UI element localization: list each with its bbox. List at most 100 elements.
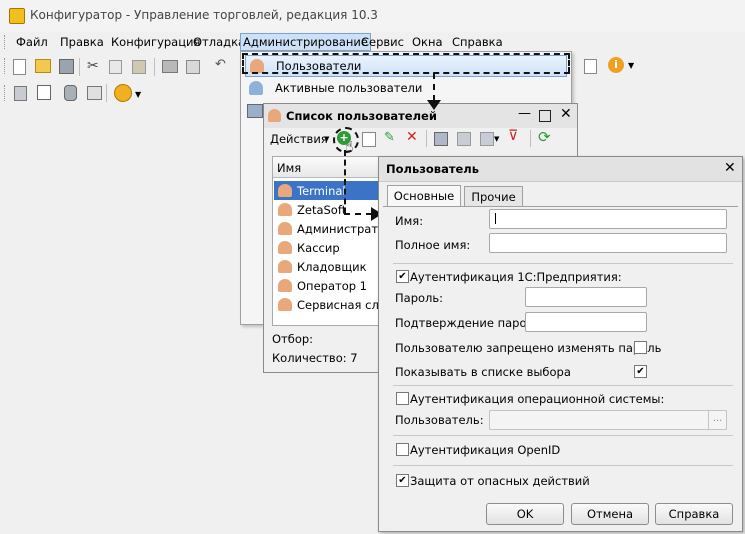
chevron-down-icon[interactable]: ▼: [324, 135, 329, 143]
new-file-icon[interactable]: [13, 59, 26, 75]
close-icon[interactable]: ✕: [724, 160, 736, 176]
print-preview-icon[interactable]: [186, 60, 200, 74]
undo-icon[interactable]: ↶: [215, 57, 231, 73]
table-row[interactable]: Сервисная слу...: [274, 295, 397, 314]
info-icon[interactable]: i: [608, 57, 624, 73]
count-label: Количество: 7: [272, 351, 358, 365]
filter-list-icon[interactable]: [457, 132, 471, 146]
column-header-name[interactable]: Имя: [273, 157, 393, 178]
menu-administration[interactable]: Администрирование: [240, 33, 371, 51]
toolbar-grip: [4, 85, 8, 101]
table-row[interactable]: Terminal: [274, 181, 392, 200]
full-name-label: Полное имя:: [395, 238, 471, 252]
os-user-select-button[interactable]: ...: [708, 411, 726, 429]
chevron-down-icon[interactable]: ▼: [135, 90, 151, 106]
callout-frame: [242, 72, 570, 74]
minimize-icon[interactable]: —: [518, 106, 531, 121]
window-icon[interactable]: [87, 86, 102, 100]
edit-icon[interactable]: ✎: [384, 130, 395, 145]
arrow-down-icon: [427, 100, 441, 110]
callout-arrow: [344, 213, 372, 215]
forbid-change-checkbox[interactable]: [634, 341, 647, 354]
callout-frame: [242, 53, 244, 73]
menu-item-active-users[interactable]: Активные пользователи: [245, 78, 565, 98]
openid-checkbox[interactable]: [396, 443, 409, 456]
os-user-field[interactable]: ...: [489, 410, 727, 430]
user-icon: [278, 260, 292, 273]
close-icon[interactable]: ✕: [560, 106, 572, 122]
chevron-down-icon[interactable]: ▼: [494, 135, 499, 143]
user-icon: [278, 184, 292, 197]
user-dialog-titlebar: Пользователь ✕: [379, 157, 742, 182]
table-row[interactable]: Оператор 1: [274, 276, 392, 295]
user-icon: [278, 222, 292, 235]
save-icon[interactable]: [59, 59, 74, 74]
print-icon[interactable]: [162, 60, 178, 73]
open-folder-icon[interactable]: [35, 59, 51, 73]
delete-icon[interactable]: ✕: [406, 129, 418, 145]
menu-edit[interactable]: Правка: [60, 35, 104, 49]
divider: [393, 465, 733, 466]
os-auth-checkbox[interactable]: [396, 392, 409, 405]
copy-user-icon[interactable]: [362, 132, 376, 147]
paste-icon[interactable]: [132, 60, 146, 74]
user-icon: [278, 298, 292, 311]
toolbar-separator: [79, 58, 80, 76]
user-icon: [278, 241, 292, 254]
openid-label: Аутентификация OpenID: [410, 443, 561, 457]
menu-debug[interactable]: Отладка: [193, 35, 245, 49]
divider: [393, 385, 733, 386]
ok-button[interactable]: OK: [486, 503, 564, 525]
menu-configuration[interactable]: Конфигурация: [111, 35, 200, 49]
app-icon: [9, 8, 25, 24]
refresh-icon[interactable]: ⟳: [538, 128, 551, 146]
sort-icon[interactable]: [480, 132, 494, 146]
auth-1c-checkbox[interactable]: ✔: [396, 270, 409, 283]
user-icon: [250, 59, 264, 73]
menu-windows[interactable]: Окна: [412, 35, 443, 49]
cut-icon[interactable]: ✂: [87, 58, 103, 74]
user-list-table: Имя Terminal ZetaSoft Администратор Касс…: [272, 156, 397, 326]
actions-menu[interactable]: Действия: [270, 132, 328, 146]
app-title: Конфигуратор - Управление торговлей, ред…: [30, 8, 378, 22]
table-row[interactable]: Кладовщик: [274, 257, 392, 276]
protection-label: Защита от опасных действий: [410, 474, 590, 488]
tab-other[interactable]: Прочие: [464, 186, 523, 207]
menu-bar: Файл Правка Конфигурация Отладка Админис…: [0, 33, 745, 51]
tab-main[interactable]: Основные: [387, 185, 461, 207]
show-in-list-checkbox[interactable]: ✔: [634, 365, 647, 378]
chevron-down-icon[interactable]: ▼: [628, 61, 644, 77]
cancel-button[interactable]: Отмена: [571, 503, 649, 525]
menu-file[interactable]: Файл: [16, 35, 48, 49]
compare-config-icon[interactable]: [37, 85, 51, 100]
protection-checkbox[interactable]: ✔: [396, 474, 409, 487]
name-field[interactable]: [489, 209, 727, 229]
copy-icon[interactable]: [109, 60, 122, 74]
table-row[interactable]: Кассир: [274, 238, 392, 257]
help-button[interactable]: Справка: [655, 503, 733, 525]
database-icon[interactable]: [64, 85, 77, 101]
clear-filter-icon[interactable]: ⊽: [508, 128, 518, 144]
syntax-helper-icon[interactable]: [584, 59, 597, 74]
user-list-title: Список пользователей: [286, 109, 437, 123]
config-tree-icon[interactable]: [14, 86, 27, 101]
active-users-icon: [249, 81, 263, 95]
callout-arrow: [344, 150, 346, 214]
user-dialog: Пользователь ✕ Основные Прочие Имя: Полн…: [378, 156, 743, 532]
forbid-change-label: Пользователю запрещено изменять пароль: [395, 341, 662, 355]
menu-help[interactable]: Справка: [452, 35, 503, 49]
tab-border: [383, 206, 738, 207]
password-field[interactable]: [525, 287, 647, 307]
maximize-icon[interactable]: [539, 110, 551, 122]
toolbar-separator: [106, 84, 107, 102]
menu-grip: [4, 35, 8, 49]
run-debug-icon[interactable]: [114, 84, 132, 102]
full-name-field[interactable]: [489, 233, 727, 253]
toolbar-separator: [426, 130, 427, 147]
table-row[interactable]: Администратор: [274, 219, 392, 238]
menu-service[interactable]: Сервис: [361, 35, 404, 49]
password-label: Пароль:: [395, 291, 444, 305]
confirm-password-field[interactable]: [525, 312, 647, 332]
filter-icon[interactable]: [434, 132, 448, 146]
toolbar-separator: [154, 58, 155, 76]
